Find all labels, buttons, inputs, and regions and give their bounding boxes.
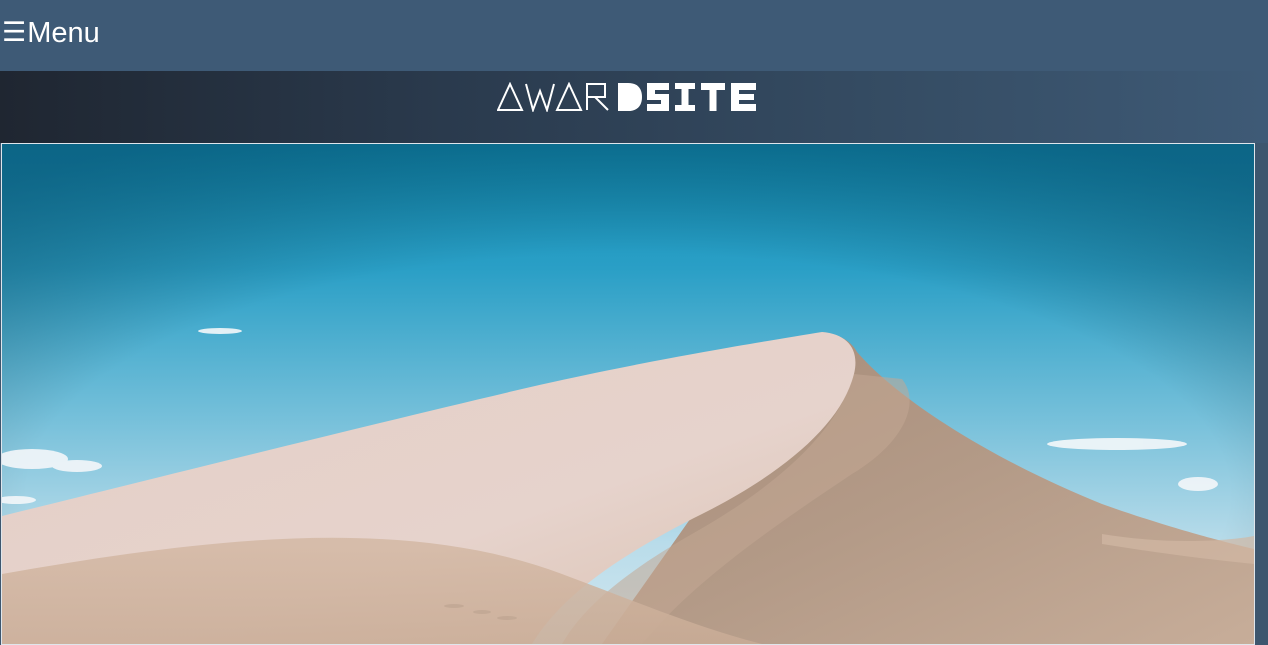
- logo-letter-e: [731, 83, 756, 111]
- logo-letter-a2: [555, 81, 583, 111]
- hero-image-frame: [1, 143, 1255, 645]
- desert-dune-image: [2, 144, 1254, 644]
- logo-letter-w: [525, 83, 555, 114]
- menu-label: Menu: [27, 16, 100, 49]
- logo-letter-s: [647, 83, 669, 111]
- logo-letter-d: [618, 83, 642, 111]
- site-logo[interactable]: AWARDSITE: [496, 81, 759, 114]
- top-nav-bar: ☰ Menu: [0, 0, 1268, 71]
- menu-button[interactable]: ☰ Menu: [2, 14, 100, 52]
- logo-letter-t: [701, 83, 725, 111]
- logo-letter-i: [675, 83, 695, 111]
- logo-letter-r: [586, 83, 609, 111]
- hamburger-icon: ☰: [2, 16, 27, 48]
- logo-letter-a1: [496, 81, 524, 111]
- logo-wordmark: [496, 81, 756, 114]
